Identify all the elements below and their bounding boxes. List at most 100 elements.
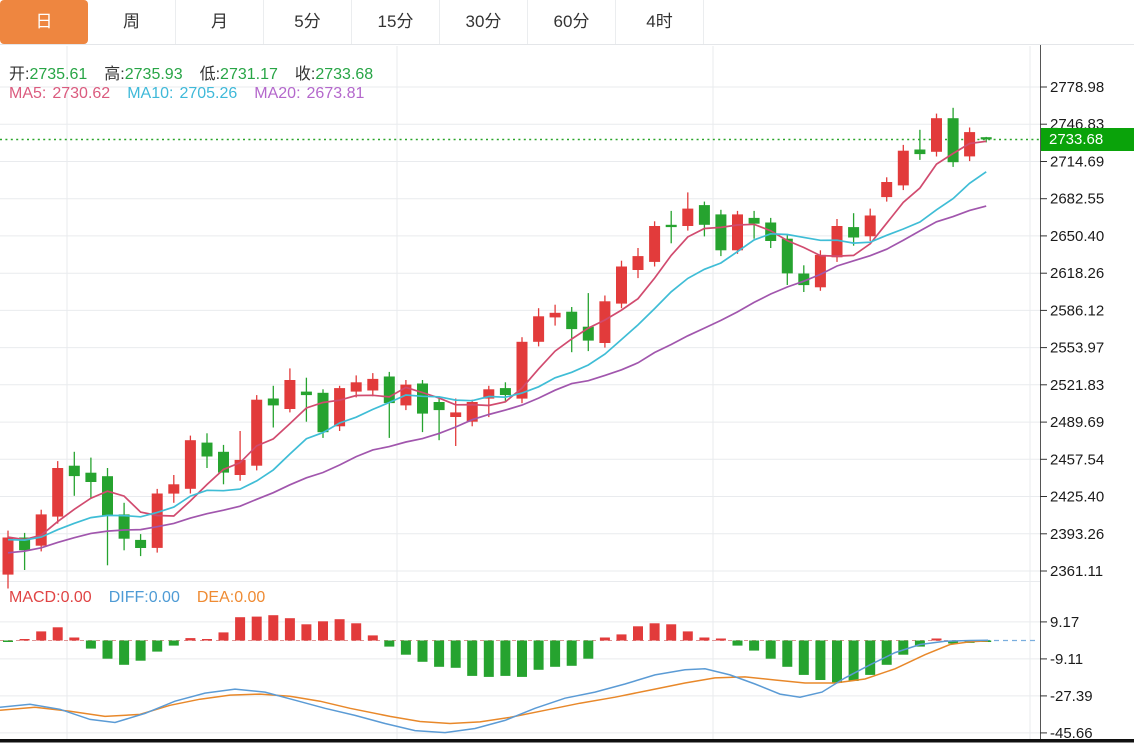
candle-body [334, 388, 345, 426]
macd-bar [583, 641, 593, 659]
timeframe-tab-5min[interactable]: 5分 [264, 0, 352, 44]
price-axis-label: 2361.11 [1050, 563, 1103, 580]
price-axis: 2778.982746.832714.692682.552650.402618.… [1040, 79, 1104, 580]
candle-body [168, 484, 179, 493]
macd-bar [401, 641, 411, 655]
candle-body [881, 182, 892, 197]
candle-body [52, 468, 63, 517]
timeframe-tab-60min[interactable]: 60分 [528, 0, 616, 44]
macd-bar [169, 641, 179, 646]
candle-body [69, 466, 80, 476]
timeframe-tab-30min[interactable]: 30分 [440, 0, 528, 44]
macd-axis: 9.17-9.11-27.39-45.66 [1040, 614, 1093, 742]
timeframe-tabbar: 日周月5分15分30分60分4时 [0, 0, 1134, 45]
candle-body [666, 225, 677, 227]
macd-bar [699, 638, 709, 641]
high-value: 2735.93 [125, 66, 183, 84]
candle-body [251, 400, 262, 466]
macd-bar [152, 641, 162, 652]
candle-body [284, 380, 295, 409]
macd-bar [384, 641, 394, 647]
candle-body [682, 209, 693, 226]
timeframe-tab-day[interactable]: 日 [0, 0, 88, 44]
close-label: 收: [295, 60, 315, 84]
timeframe-tab-15min[interactable]: 15分 [352, 0, 440, 44]
macd-bar [53, 627, 63, 640]
close-value: 2733.68 [315, 66, 373, 84]
price-axis-label: 2393.26 [1050, 526, 1104, 543]
macd-bar [252, 617, 262, 641]
macd-bar [733, 641, 743, 646]
candle-body [550, 313, 561, 318]
timeframe-tab-week[interactable]: 周 [88, 0, 176, 44]
price-axis-label: 2650.40 [1050, 228, 1104, 245]
candlestick-series [3, 108, 992, 589]
macd-axis-label: -27.39 [1050, 688, 1093, 705]
candle-body [533, 316, 544, 342]
dea-label: DEA: [197, 589, 234, 607]
candle-body [848, 227, 859, 237]
macd-bar [650, 623, 660, 640]
candle-body [351, 382, 362, 391]
macd-axis-label: -9.11 [1050, 651, 1083, 668]
candle-body [185, 440, 196, 489]
candle-body [898, 151, 909, 186]
candle-body [749, 218, 760, 224]
macd-bar [550, 641, 560, 667]
macd-bar [285, 618, 295, 640]
candle-body [633, 256, 644, 270]
candle-body [3, 538, 14, 575]
candle-body [500, 388, 511, 395]
ma20-label: MA20: [254, 85, 300, 103]
price-axis-label: 2586.12 [1050, 302, 1104, 319]
current-price-tag: 2733.68 [1041, 128, 1134, 151]
price-axis-label: 2714.69 [1050, 154, 1104, 171]
candle-body [202, 443, 213, 457]
timeframe-tab-4hour[interactable]: 4时 [616, 0, 704, 44]
ma-info-row: MA5:2730.62MA10:2705.26MA20:2673.81 [9, 85, 364, 103]
candle-body [865, 216, 876, 237]
candle-body [367, 379, 378, 391]
timeframe-tab-month[interactable]: 月 [176, 0, 264, 44]
macd-bar [202, 639, 212, 641]
macd-bar [716, 639, 726, 641]
candle-body [135, 540, 146, 548]
macd-bar [782, 641, 792, 667]
macd-bar [351, 623, 361, 640]
macd-bar [832, 641, 842, 684]
macd-bar [766, 641, 776, 659]
macd-label: MACD: [9, 589, 61, 607]
macd-bar [103, 641, 113, 659]
candle-body [981, 137, 992, 139]
macd-bar [600, 638, 610, 641]
candle-body [450, 412, 461, 417]
chart-canvas[interactable]: 2778.982746.832714.692682.552650.402618.… [0, 0, 1134, 747]
candle-body [616, 267, 627, 304]
macd-bar [617, 634, 627, 640]
macd-bar [335, 619, 345, 640]
macd-bar [368, 635, 378, 640]
price-axis-label: 2489.69 [1050, 414, 1104, 431]
macd-bar [235, 617, 245, 640]
candle-body [914, 150, 925, 155]
bottom-border [0, 739, 1134, 743]
macd-bar [484, 641, 494, 677]
price-axis-label: 2425.40 [1050, 489, 1104, 506]
ma5-value: 2730.62 [52, 85, 110, 103]
macd-bar [301, 624, 311, 640]
macd-bar [451, 641, 461, 668]
candle-body [417, 384, 428, 414]
macd-bar [3, 641, 13, 643]
candle-body [384, 377, 395, 404]
macd-axis-label: 9.17 [1050, 614, 1079, 631]
candle-body [517, 342, 528, 399]
macd-bar [219, 632, 229, 640]
candle-body [434, 402, 445, 410]
diff-label: DIFF: [109, 589, 149, 607]
candle-body [732, 214, 743, 250]
macd-bar [567, 641, 577, 666]
ohlc-info-row: 开:2735.61高:2735.93低:2731.17收:2733.68 [9, 60, 373, 84]
candle-body [815, 255, 826, 287]
ma5-line [8, 141, 986, 539]
candle-body [268, 399, 279, 406]
